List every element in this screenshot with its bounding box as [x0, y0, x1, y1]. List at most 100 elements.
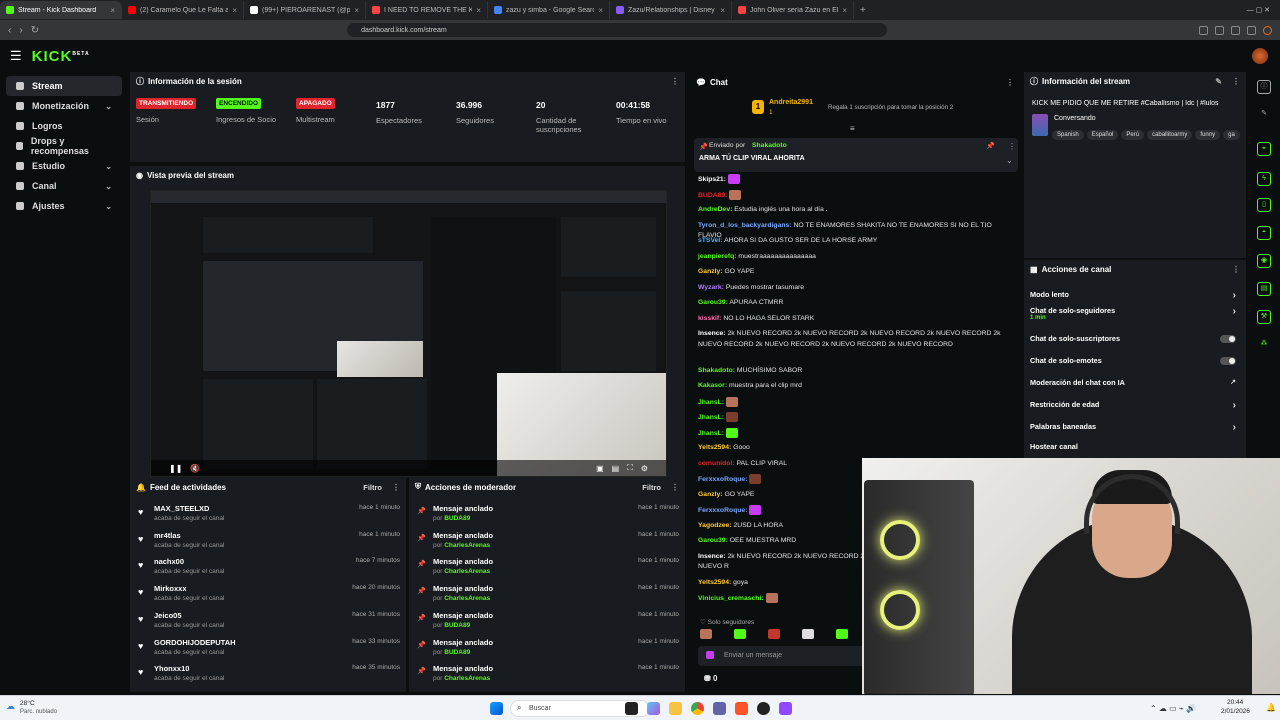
volume-icon[interactable]: 🔇: [190, 464, 200, 473]
pinned-message[interactable]: 📌 Enviado por Shakadoto ARMA TÚ CLIP VIR…: [694, 138, 1018, 172]
browser-tab[interactable]: I NEED TO REMOVE THE KICK LIMIT ×: [366, 1, 488, 19]
extension-icon[interactable]: [1215, 25, 1224, 35]
activity-username[interactable]: GORDOHIJODEPUTAH: [154, 638, 236, 647]
top-gifter[interactable]: 1 Andreita2991 1 Regala 1 suscripción pa…: [752, 99, 972, 120]
emote-icon[interactable]: [734, 629, 746, 639]
activity-username[interactable]: mr4tlas: [154, 531, 181, 540]
stream-tag[interactable]: Español: [1086, 130, 1119, 140]
chat-username[interactable]: JhansL:: [698, 398, 724, 405]
moderator-username[interactable]: CharlesArenas: [444, 568, 490, 575]
browser-tab[interactable]: John Oliver sería Zazu en El Rey León×: [732, 1, 854, 19]
copilot-icon[interactable]: [647, 702, 660, 715]
pip-icon[interactable]: ▣: [596, 464, 604, 473]
chat-username[interactable]: comunidol:: [698, 460, 735, 467]
chevron-down-icon[interactable]: ⌄: [1006, 156, 1013, 165]
close-tab-icon[interactable]: ×: [476, 6, 481, 15]
channel-points[interactable]: ⛃ 0: [704, 674, 717, 683]
browser-tab[interactable]: (2) Caramelo Que Le Falta a Tu P ×: [122, 1, 244, 19]
chat-username[interactable]: Shakadoto:: [698, 367, 735, 374]
more-icon[interactable]: ⋮: [671, 483, 679, 492]
channel-action-row[interactable]: Restricción de edad ›: [1030, 400, 1236, 411]
clock-date[interactable]: 2/01/2026: [1221, 708, 1250, 715]
chat-username[interactable]: kisskif:: [698, 315, 721, 322]
close-tab-icon[interactable]: ×: [232, 6, 237, 15]
filter-button[interactable]: Filtro: [363, 483, 382, 492]
target-icon[interactable]: ⌖: [1257, 142, 1271, 156]
external-link-icon[interactable]: ↗: [1230, 378, 1236, 386]
more-icon[interactable]: ⋮: [1232, 77, 1240, 86]
settings-icon[interactable]: ⚙: [641, 464, 648, 473]
unpin-icon[interactable]: 📌: [986, 142, 995, 150]
chevron-down-icon[interactable]: ⌄: [105, 162, 112, 171]
info-rail-icon[interactable]: ⓘ: [1257, 80, 1271, 94]
chat-username[interactable]: Insence:: [698, 553, 726, 560]
sidebar-item[interactable]: Estudio ⌄: [6, 156, 122, 176]
sidebar-item[interactable]: Drops y recompensas: [6, 136, 122, 156]
stream-tag[interactable]: caballitoarmy: [1147, 130, 1193, 140]
moderator-username[interactable]: BUDA89: [444, 649, 470, 656]
user-avatar[interactable]: [1252, 48, 1268, 64]
moderator-username[interactable]: CharlesArenas: [444, 675, 490, 682]
scroll-indicator-icon[interactable]: ≡: [850, 124, 855, 133]
chat-username[interactable]: Garou39:: [698, 537, 728, 544]
close-tab-icon[interactable]: ×: [110, 6, 115, 15]
chat-username[interactable]: JhansL:: [698, 429, 724, 436]
notification-icon[interactable]: 🔔: [1266, 703, 1276, 712]
moderator-username[interactable]: CharlesArenas: [444, 595, 490, 602]
channel-action-row[interactable]: Hostear canal: [1030, 442, 1236, 451]
channel-action-row[interactable]: Palabras baneadas ›: [1030, 422, 1236, 433]
windows-start-icon[interactable]: [490, 702, 503, 715]
channel-action-row[interactable]: Chat de solo-suscriptores: [1030, 334, 1236, 343]
moderator-username[interactable]: CharlesArenas: [444, 542, 490, 549]
more-icon[interactable]: ⋮: [392, 483, 400, 492]
activity-username[interactable]: MAX_STEELXD: [154, 504, 209, 513]
bolt-icon[interactable]: ϟ: [1257, 172, 1271, 186]
chat-username[interactable]: FerxxxoRoque:: [698, 507, 747, 514]
activity-username[interactable]: Mirkoxxx: [154, 584, 187, 593]
wrench-icon[interactable]: ⚒: [1257, 310, 1271, 324]
stream-tag[interactable]: Perú: [1121, 130, 1145, 140]
chat-username[interactable]: Ganzly:: [698, 491, 723, 498]
channel-action-row[interactable]: Moderación del chat con IA ↗: [1030, 378, 1236, 387]
chat-username[interactable]: Tyron_d_los_backyardigans:: [698, 222, 792, 229]
activity-username[interactable]: Yhonxx10: [154, 664, 189, 673]
chrome-icon[interactable]: [691, 702, 704, 715]
stream-tag[interactable]: Spanish: [1052, 130, 1084, 140]
chevron-right-icon[interactable]: ›: [1233, 290, 1236, 301]
more-icon[interactable]: ⋮: [1232, 265, 1240, 274]
filter-button[interactable]: Filtro: [642, 483, 661, 492]
task-view-icon[interactable]: [625, 702, 638, 715]
chevron-down-icon[interactable]: ⌄: [105, 202, 112, 211]
system-tray[interactable]: ⌃ ☁ ▭ ⌁ 🔊: [1150, 704, 1196, 713]
chevron-down-icon[interactable]: ⌄: [105, 102, 112, 111]
chevron-right-icon[interactable]: ›: [1233, 400, 1236, 411]
chat-username[interactable]: Ganzly:: [698, 268, 723, 275]
browser-tab[interactable]: Stream - Kick Dashboard ×: [0, 1, 122, 19]
more-icon[interactable]: ⋮: [1006, 78, 1014, 87]
extension-icon[interactable]: [1199, 25, 1208, 35]
pause-icon[interactable]: ❚❚: [169, 464, 182, 473]
more-icon[interactable]: ⋮: [671, 77, 679, 86]
moderator-username[interactable]: BUDA89: [444, 622, 470, 629]
emote-icon[interactable]: [836, 629, 848, 639]
toggle-switch[interactable]: [1220, 357, 1236, 365]
chat-username[interactable]: JhansL:: [698, 414, 724, 421]
close-tab-icon[interactable]: ×: [842, 6, 847, 15]
sidebar-item[interactable]: Logros: [6, 116, 122, 136]
clock-time[interactable]: 20:44: [1227, 699, 1243, 706]
edit-rail-icon[interactable]: ✎: [1257, 108, 1271, 122]
browser-tab[interactable]: zazu y simba - Google Search ×: [488, 1, 610, 19]
channel-action-row[interactable]: Modo lento ›: [1030, 290, 1236, 301]
chat-username[interactable]: BUDA89:: [698, 191, 727, 198]
extension-icon[interactable]: [1231, 25, 1240, 35]
chat-username[interactable]: Insence:: [698, 330, 726, 337]
chat-username[interactable]: AndreDev:: [698, 206, 732, 213]
chat-username[interactable]: Yelts2594:: [698, 444, 731, 451]
storage-icon[interactable]: ▤: [1257, 282, 1271, 296]
more-icon[interactable]: ⋮: [1008, 142, 1016, 151]
activity-username[interactable]: Jeico05: [154, 611, 182, 620]
chat-username[interactable]: Vinicius_cremaschi:: [698, 595, 764, 602]
sidebar-item[interactable]: Ajustes ⌄: [6, 196, 122, 216]
forward-icon[interactable]: ›: [19, 25, 22, 36]
brave-icon[interactable]: [735, 702, 748, 715]
